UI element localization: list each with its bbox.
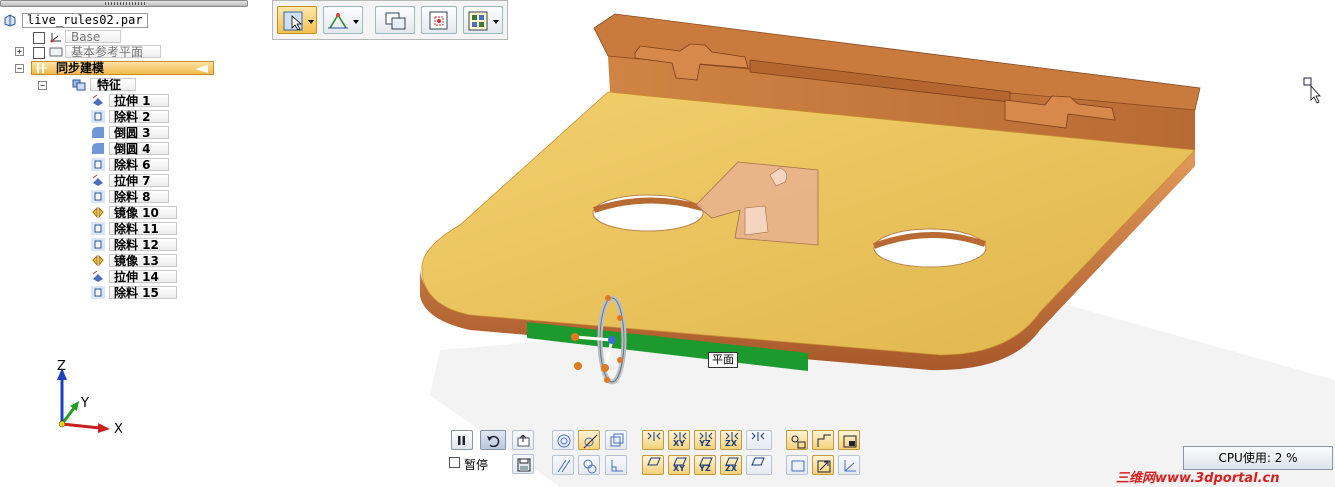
symmetric-rule-button[interactable] [642,430,664,450]
axis-angle-icon [842,458,858,476]
lock-icon [842,433,858,451]
graphics-viewport[interactable] [0,0,1335,487]
watermark: 三维网www.3dportal.cn [1116,471,1280,486]
symmetry-icon [750,432,766,443]
tangent-icon [582,433,598,451]
axis-pair-label: YZ [699,439,711,448]
sketch-plane-button[interactable] [786,455,808,475]
two-circles-icon [582,458,598,476]
pause-checkbox[interactable] [449,457,460,468]
step-icon [816,433,832,451]
save-rules-button[interactable] [512,454,534,474]
reset-rules-button[interactable] [480,430,506,450]
axis-pair-label: ZX [725,464,737,473]
vector-rule-button[interactable] [812,455,834,475]
lock-dimension-button[interactable] [838,430,860,450]
floppy-disk-icon [517,458,531,474]
face-tooltip: 平面 [708,352,738,368]
axis-pair-label: XY [673,464,685,473]
symmetric-yz-button[interactable]: YZ [694,430,716,450]
align-zx-button[interactable]: ZX [720,455,742,475]
axis-pair-label: XY [673,439,685,448]
undo-arrow-icon [486,435,502,449]
holes-icon [790,433,806,451]
axis-pair-label: ZX [725,439,737,448]
parallel-icon [556,458,572,476]
axis-rule-button[interactable] [838,455,860,475]
align-xy-button[interactable]: XY [668,455,690,475]
perpendicular-rule-button[interactable] [605,455,627,475]
align-normal-button[interactable] [746,455,772,475]
symmetric-xy-button[interactable]: XY [668,430,690,450]
pause-button[interactable] [451,430,473,450]
rules-up-icon [517,434,531,449]
symmetry-icon [646,432,662,443]
symmetric-zx-button[interactable]: ZX [720,430,742,450]
parallel-rule-button[interactable] [552,455,574,475]
offset-rule-button[interactable] [812,430,834,450]
symmetric-circles-rule-button[interactable] [578,455,600,475]
concentric-icon [556,433,572,451]
hole-rule-button[interactable] [786,430,808,450]
coplanar-icon [609,433,625,451]
pause-icon [457,436,467,448]
coplanar-rule-button[interactable] [605,430,627,450]
align-yz-button[interactable]: YZ [694,455,716,475]
pause-label: 暂停 [464,458,489,472]
frame-icon [790,458,806,476]
perpendicular-icon [609,458,625,476]
symmetry-options-button[interactable] [746,430,772,450]
align-rule-button[interactable] [642,455,664,475]
plane-align-icon [750,457,766,468]
diagonal-arrow-icon [816,458,832,476]
axis-pair-label: YZ [699,464,711,473]
tangent-rule-button[interactable] [578,430,600,450]
plane-align-icon [646,457,662,468]
concentric-rule-button[interactable] [552,430,574,450]
advanced-rules-button[interactable] [512,430,534,450]
mouse-cursor [1303,77,1321,104]
